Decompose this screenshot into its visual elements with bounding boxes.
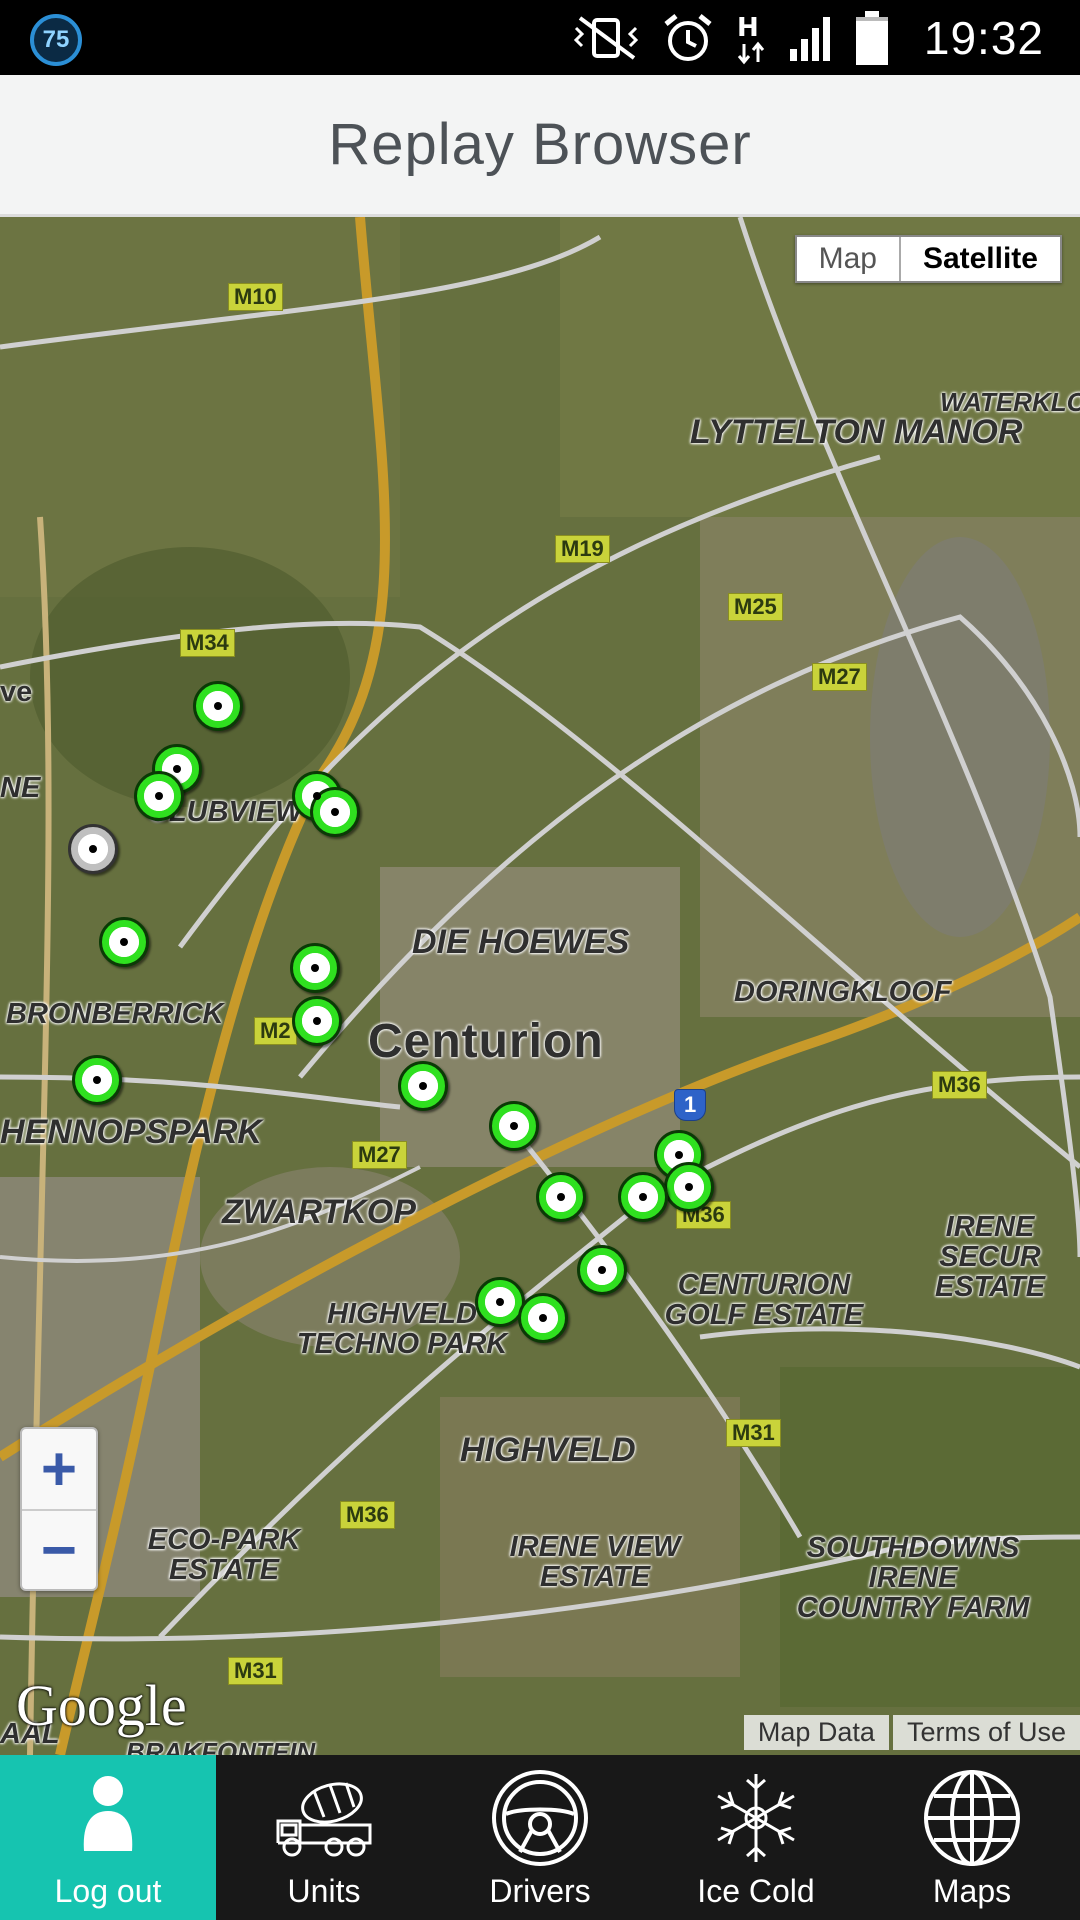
road-shield-m31-south: M31 xyxy=(228,1657,283,1685)
road-shield-m36-south: M36 xyxy=(340,1501,395,1529)
place-label-die-hoewes: DIE HOEWES xyxy=(412,923,630,961)
signal-icon xyxy=(788,15,834,61)
place-label-centurion-golf: CENTURION GOLF ESTATE xyxy=(664,1269,864,1331)
place-label-waterkloof: WATERKLO 378-JR xyxy=(940,387,1080,417)
map-view[interactable]: LYTTELTON MANOR WATERKLO 378-JR CLUBVIEW… xyxy=(0,217,1080,1755)
nav-label: Maps xyxy=(932,1873,1012,1909)
vehicle-marker[interactable] xyxy=(577,1245,627,1295)
nav-label: Log out xyxy=(54,1873,162,1909)
place-label-irene-view: IRENE VIEW ESTATE xyxy=(509,1531,681,1593)
place-label-southdowns: SOUTHDOWNS IRENE COUNTRY FARM xyxy=(796,1532,1030,1624)
road-shield-m19: M19 xyxy=(555,535,610,563)
nav-maps[interactable]: Maps xyxy=(864,1755,1080,1920)
vehicle-marker[interactable] xyxy=(489,1101,539,1151)
place-label-edge-ve: ve xyxy=(0,676,33,708)
vehicle-marker[interactable] xyxy=(99,917,149,967)
vehicle-marker[interactable] xyxy=(618,1172,668,1222)
terms-of-use-link[interactable]: Terms of Use xyxy=(892,1715,1080,1750)
nav-drivers[interactable]: Drivers xyxy=(432,1755,648,1920)
place-label-zwartkop: ZWARTKOP xyxy=(222,1193,416,1231)
vehicle-marker[interactable] xyxy=(536,1172,586,1222)
app-header: Replay Browser xyxy=(0,75,1080,217)
globe-icon xyxy=(922,1763,1022,1873)
road-shield-m2: M2 xyxy=(254,1017,297,1045)
place-label-hennopspark: HENNOPSPARK xyxy=(0,1113,262,1151)
snowflake-icon xyxy=(711,1763,801,1873)
zoom-controls: + − xyxy=(20,1427,98,1591)
place-label-edge-ne: NE xyxy=(0,772,41,804)
vehicle-marker[interactable] xyxy=(72,1055,122,1105)
nav-label: Units xyxy=(287,1873,361,1909)
nav-ice-cold[interactable]: Ice Cold xyxy=(648,1755,864,1920)
network-h-icon: H xyxy=(734,10,768,66)
road-shield-m31-east: M31 xyxy=(726,1419,781,1447)
svg-text:H: H xyxy=(737,13,759,43)
google-logo: Google xyxy=(16,1673,187,1738)
vehicle-marker[interactable] xyxy=(290,943,340,993)
place-label-doringkloof: DORINGKLOOF xyxy=(734,976,952,1008)
status-bar: 75 H 19:32 xyxy=(0,0,1080,75)
place-label-centurion: Centurion xyxy=(368,1015,604,1068)
place-label-lyttelton: LYTTELTON MANOR xyxy=(690,413,1023,451)
vehicle-marker[interactable] xyxy=(518,1293,568,1343)
nav-log-out[interactable]: Log out xyxy=(0,1755,216,1920)
zoom-out-button[interactable]: − xyxy=(22,1509,96,1589)
steering-wheel-icon xyxy=(490,1763,590,1873)
vehicle-marker[interactable] xyxy=(292,996,342,1046)
vehicle-marker[interactable] xyxy=(664,1162,714,1212)
map-data-link[interactable]: Map Data xyxy=(743,1715,889,1750)
cement-truck-icon xyxy=(274,1763,374,1873)
alarm-clock-icon xyxy=(662,12,714,64)
road-shield-m27-east: M27 xyxy=(812,663,867,691)
vehicle-marker[interactable] xyxy=(398,1061,448,1111)
place-label-eco-park: ECO-PARK ESTATE xyxy=(147,1524,301,1586)
road-shield-m10: M10 xyxy=(228,283,283,311)
road-shield-m27-west: M27 xyxy=(352,1141,407,1169)
vehicle-marker-inactive[interactable] xyxy=(68,824,118,874)
bottom-navigation: Log out Units Drivers Ice Cold Maps xyxy=(0,1755,1080,1920)
place-label-irene-secure: IRENE SECUR ESTATE xyxy=(934,1211,1046,1303)
battery-icon xyxy=(854,11,890,65)
place-label-highveld: HIGHVELD xyxy=(460,1431,636,1469)
nav-label: Drivers xyxy=(489,1873,591,1909)
notification-badge-icon: 75 xyxy=(30,14,82,66)
map-attribution: Map Data Terms of Use xyxy=(743,1715,1080,1750)
road-shield-m25: M25 xyxy=(728,593,783,621)
place-label-brakfontein: BRAKFONTEIN xyxy=(126,1737,316,1755)
vibrate-silent-icon xyxy=(572,14,642,62)
zoom-in-button[interactable]: + xyxy=(22,1429,96,1509)
road-shield-n1: 1 xyxy=(674,1089,707,1121)
nav-label: Ice Cold xyxy=(697,1873,815,1909)
place-label-bronberrick: BRONBERRICK xyxy=(6,998,224,1030)
map-type-map-button[interactable]: Map xyxy=(797,237,899,281)
status-icons: H 19:32 xyxy=(572,8,1044,68)
vehicle-marker[interactable] xyxy=(193,681,243,731)
page-title: Replay Browser xyxy=(328,112,752,177)
person-icon xyxy=(78,1763,138,1873)
vehicle-marker[interactable] xyxy=(134,771,184,821)
map-type-toggle: Map Satellite xyxy=(794,235,1062,283)
clock-time: 19:32 xyxy=(923,12,1044,64)
road-shield-m36-east: M36 xyxy=(932,1071,987,1099)
road-shield-m34: M34 xyxy=(180,629,235,657)
nav-units[interactable]: Units xyxy=(216,1755,432,1920)
map-type-satellite-button[interactable]: Satellite xyxy=(898,237,1060,281)
